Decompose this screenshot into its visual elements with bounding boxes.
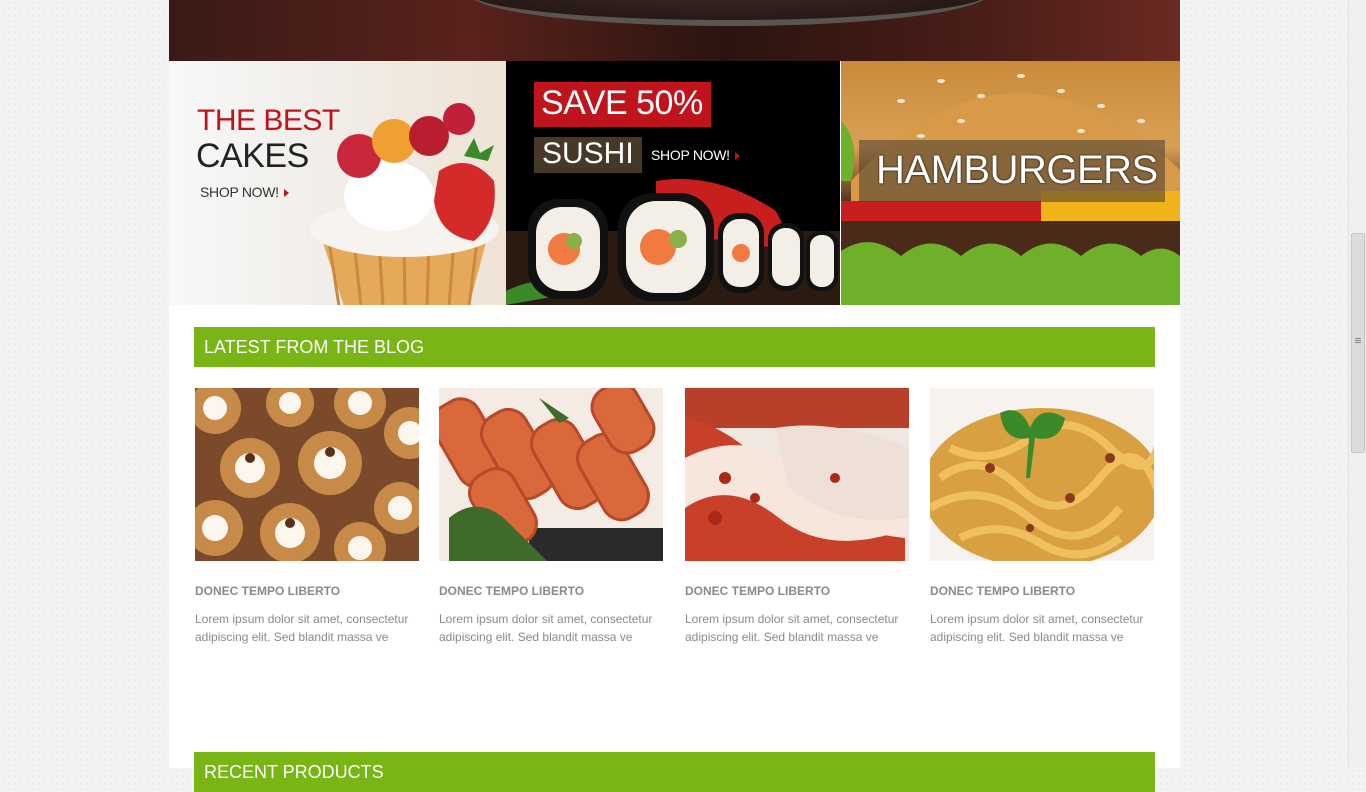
cakes-banner[interactable]: THE BEST CAKES SHOP NOW! xyxy=(169,61,506,305)
products-section-heading: RECENT PRODUCTS xyxy=(194,752,1155,792)
blog-post-card[interactable]: DONEC TEMPO LIBERTO Lorem ipsum dolor si… xyxy=(439,388,663,644)
blog-heading-text: LATEST FROM THE BLOG xyxy=(204,337,425,357)
blog-post-card[interactable]: DONEC TEMPO LIBERTO Lorem ipsum dolor si… xyxy=(195,388,419,644)
blog-post-title[interactable]: DONEC TEMPO LIBERTO xyxy=(439,584,584,598)
cakes-banner-line1: THE BEST xyxy=(197,104,340,137)
products-heading-text: RECENT PRODUCTS xyxy=(204,762,384,782)
blog-section-heading: LATEST FROM THE BLOG xyxy=(194,327,1155,367)
hero-plate-image xyxy=(469,0,989,26)
hamburgers-banner[interactable]: HAMBURGERS xyxy=(841,61,1180,305)
sushi-shop-now-link[interactable]: SHOP NOW! xyxy=(651,147,740,163)
cakes-shop-now-link[interactable]: SHOP NOW! xyxy=(200,184,289,200)
hero-slider-image[interactable] xyxy=(169,0,1180,61)
blog-post-title[interactable]: DONEC TEMPO LIBERTO xyxy=(930,584,1075,598)
blog-post-thumbnail[interactable] xyxy=(439,388,663,561)
blog-post-card[interactable]: DONEC TEMPO LIBERTO Lorem ipsum dolor si… xyxy=(685,388,909,644)
grip-icon xyxy=(1355,338,1361,339)
cakes-shop-now-label: SHOP NOW! xyxy=(200,184,279,200)
blog-post-title[interactable]: DONEC TEMPO LIBERTO xyxy=(685,584,830,598)
blog-post-excerpt: Lorem ipsum dolor sit amet, consectetur … xyxy=(439,612,653,644)
arrow-right-icon xyxy=(283,189,289,198)
blog-post-title[interactable]: DONEC TEMPO LIBERTO xyxy=(195,584,340,598)
blog-post-excerpt: Lorem ipsum dolor sit amet, consectetur … xyxy=(685,612,899,644)
blog-post-thumbnail[interactable] xyxy=(685,388,909,561)
scrollbar-thumb[interactable] xyxy=(1351,233,1365,453)
cakes-banner-line2: CAKES xyxy=(196,137,309,175)
hamburgers-banner-title: HAMBURGERS xyxy=(876,148,1158,192)
sushi-discount-badge: SAVE 50% xyxy=(534,82,711,127)
blog-post-thumbnail[interactable] xyxy=(930,388,1154,561)
sushi-banner-title: SUSHI xyxy=(534,137,642,173)
blog-post-excerpt: Lorem ipsum dolor sit amet, consectetur … xyxy=(930,612,1144,644)
blog-post-thumbnail[interactable] xyxy=(195,388,419,561)
arrow-right-icon xyxy=(734,152,740,161)
sushi-banner[interactable]: SAVE 50% SUSHI SHOP NOW! xyxy=(506,61,840,305)
sushi-image xyxy=(506,179,840,305)
blog-post-excerpt: Lorem ipsum dolor sit amet, consectetur … xyxy=(195,612,409,644)
page-scrollbar[interactable] xyxy=(1348,0,1366,768)
blog-post-card[interactable]: DONEC TEMPO LIBERTO Lorem ipsum dolor si… xyxy=(930,388,1154,644)
page-content: THE BEST CAKES SHOP NOW! SAVE 50% SUSHI … xyxy=(169,0,1180,792)
sushi-shop-now-label: SHOP NOW! xyxy=(651,147,730,163)
